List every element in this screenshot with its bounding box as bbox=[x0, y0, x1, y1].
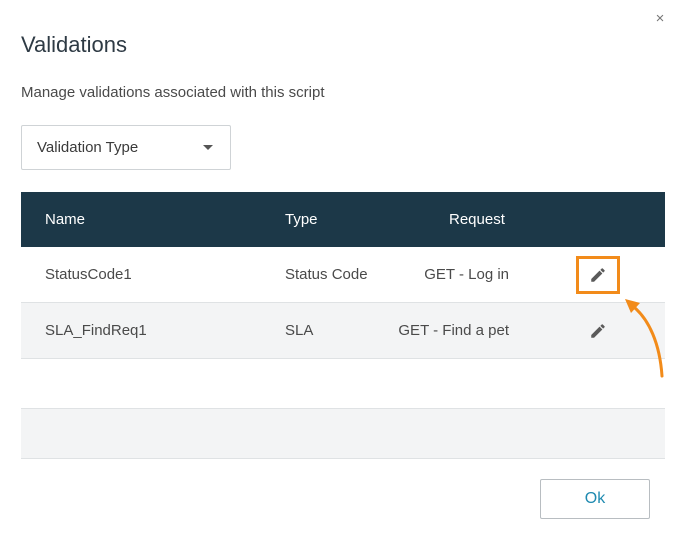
row-request-cell: GET - Log in bbox=[424, 266, 509, 283]
pencil-icon bbox=[591, 324, 605, 338]
ok-button[interactable]: Ok bbox=[540, 479, 650, 519]
pencil-icon bbox=[591, 268, 605, 282]
edit-validation-button[interactable] bbox=[576, 312, 620, 350]
column-header-request: Request bbox=[449, 211, 505, 228]
validations-dialog: × Validations Manage validations associa… bbox=[0, 0, 678, 540]
annotation-arrow-icon bbox=[625, 299, 664, 378]
edit-validation-button[interactable] bbox=[576, 256, 620, 294]
row-name-cell: StatusCode1 bbox=[45, 266, 132, 283]
caret-down-icon bbox=[203, 145, 213, 150]
table-header: Name Type Request bbox=[21, 192, 665, 247]
row-request-cell: GET - Find a pet bbox=[398, 322, 509, 339]
empty-table-row bbox=[21, 359, 665, 409]
dialog-title: Validations bbox=[21, 32, 127, 57]
dropdown-selected-value: Validation Type bbox=[37, 139, 139, 156]
table-row: SLA_FindReq1 SLA GET - Find a pet bbox=[21, 303, 665, 359]
row-name-cell: SLA_FindReq1 bbox=[45, 322, 147, 339]
validation-type-dropdown[interactable]: Validation Type bbox=[21, 125, 231, 170]
column-header-name: Name bbox=[45, 211, 86, 228]
close-icon[interactable]: × bbox=[651, 10, 669, 28]
row-type-cell: SLA bbox=[285, 322, 314, 339]
table-row: StatusCode1 Status Code GET - Log in bbox=[21, 247, 665, 303]
dialog-subtitle: Manage validations associated with this … bbox=[21, 84, 325, 101]
column-header-type: Type bbox=[285, 211, 318, 228]
validations-table: Name Type Request StatusCode1 Status Cod… bbox=[21, 192, 665, 459]
empty-table-row bbox=[21, 409, 665, 459]
row-type-cell: Status Code bbox=[285, 266, 368, 283]
